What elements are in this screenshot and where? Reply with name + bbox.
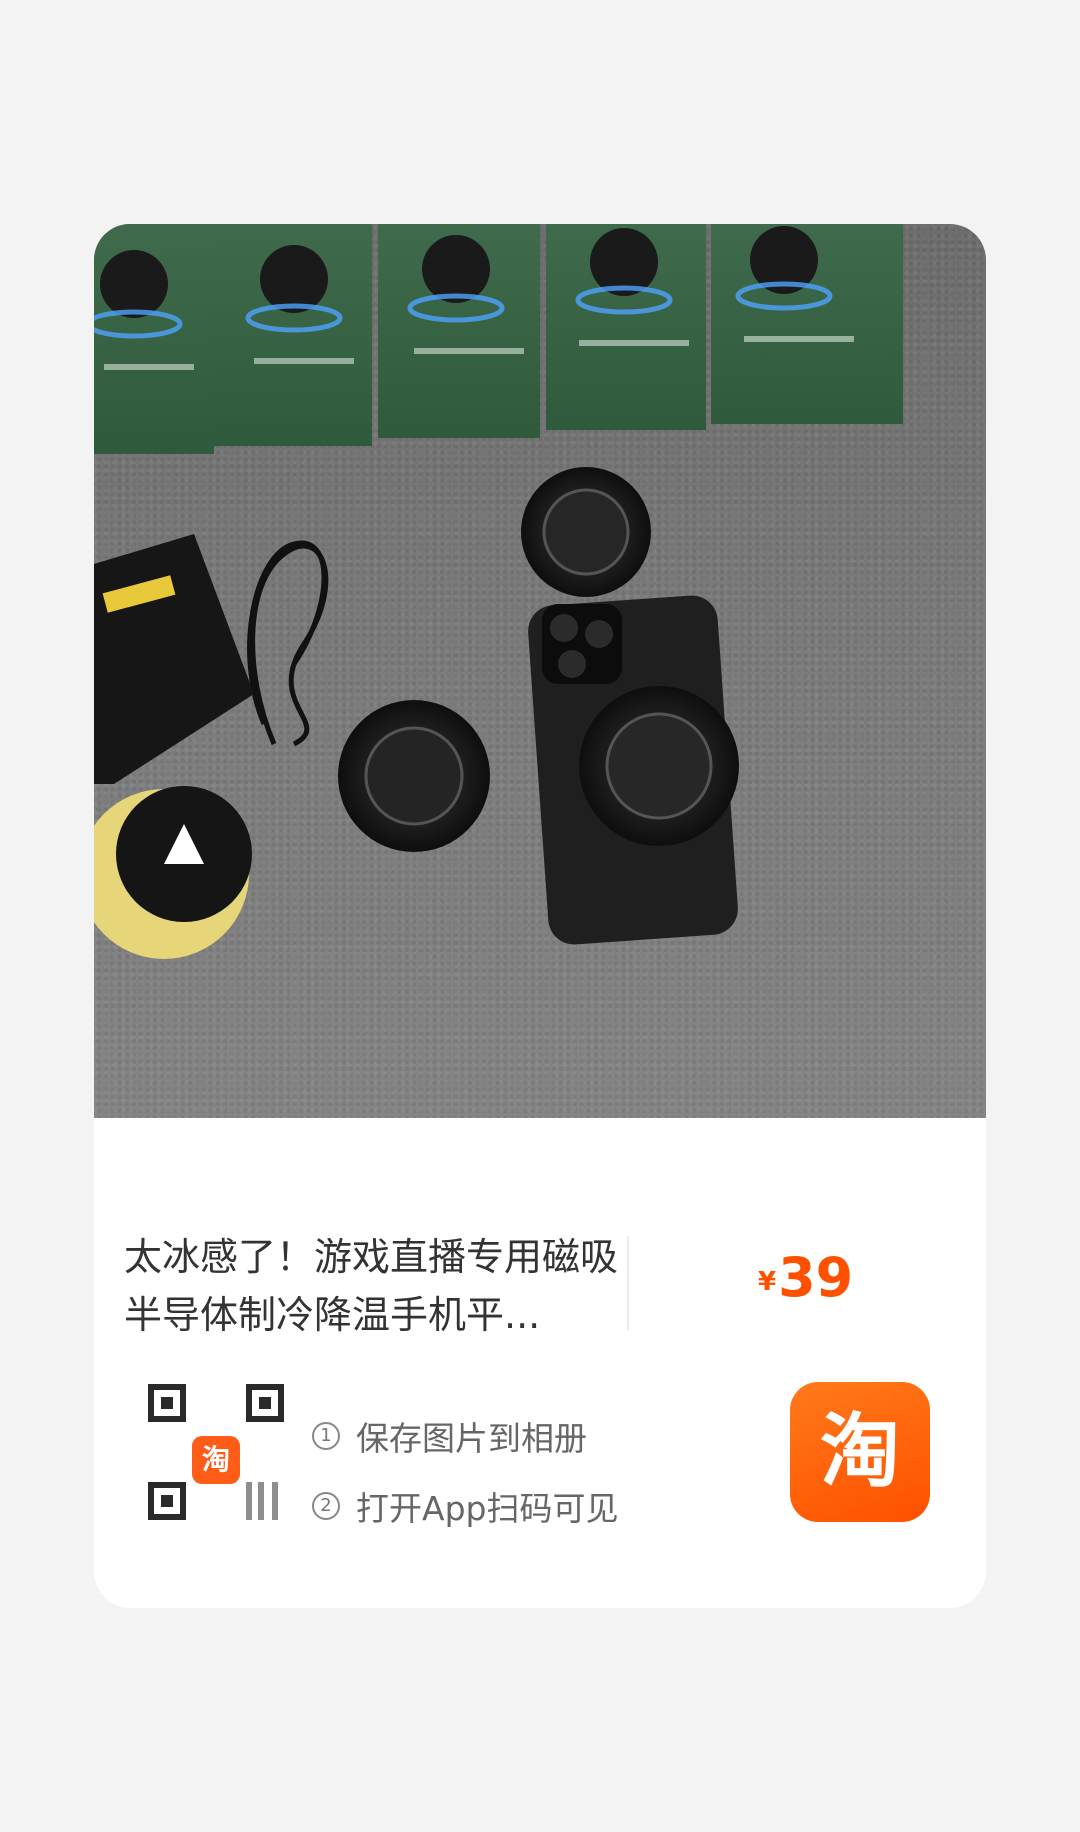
product-title[interactable]: 太冰感了！游戏直播专用磁吸半导体制冷降温手机平... <box>124 1228 624 1344</box>
product-photo[interactable] <box>94 224 986 1118</box>
cooler-on-phone <box>579 686 739 846</box>
scan-instructions: 1 保存图片到相册 2 打开App扫码可见 <box>312 1414 618 1554</box>
cooler-left <box>338 700 490 852</box>
currency-symbol: ¥ <box>758 1267 777 1297</box>
finger-sleeve-package <box>94 534 254 784</box>
product-share-card: 太冰感了！游戏直播专用磁吸半导体制冷降温手机平... ¥39 淘 1 保存图片到… <box>94 224 986 1608</box>
magnetic-sticker <box>94 786 252 959</box>
qr-finder <box>246 1384 284 1422</box>
taobao-small-icon: 淘 <box>192 1436 240 1484</box>
usb-cable <box>247 540 329 747</box>
qr-finder <box>148 1384 186 1422</box>
divider <box>627 1236 629 1330</box>
product-info: 太冰感了！游戏直播专用磁吸半导体制冷降温手机平... ¥39 淘 1 保存图片到… <box>94 1118 986 1608</box>
cooler-top <box>521 467 651 597</box>
product-price: ¥39 <box>758 1246 853 1309</box>
step-text: 保存图片到相册 <box>356 1419 587 1458</box>
instruction-step: 2 打开App扫码可见 <box>312 1484 618 1528</box>
price-amount: 39 <box>778 1246 854 1309</box>
taobao-app-icon[interactable]: 淘 <box>790 1382 930 1522</box>
product-photo-illustration <box>94 224 903 959</box>
instruction-step: 1 保存图片到相册 <box>312 1414 618 1458</box>
qr-code[interactable]: 淘 <box>148 1384 284 1520</box>
qr-finder <box>148 1482 186 1520</box>
step-number: 2 <box>312 1492 340 1520</box>
product-box-row <box>94 224 903 454</box>
qr-modules <box>246 1482 284 1520</box>
step-number: 1 <box>312 1422 340 1450</box>
step-text: 打开App扫码可见 <box>356 1489 619 1528</box>
